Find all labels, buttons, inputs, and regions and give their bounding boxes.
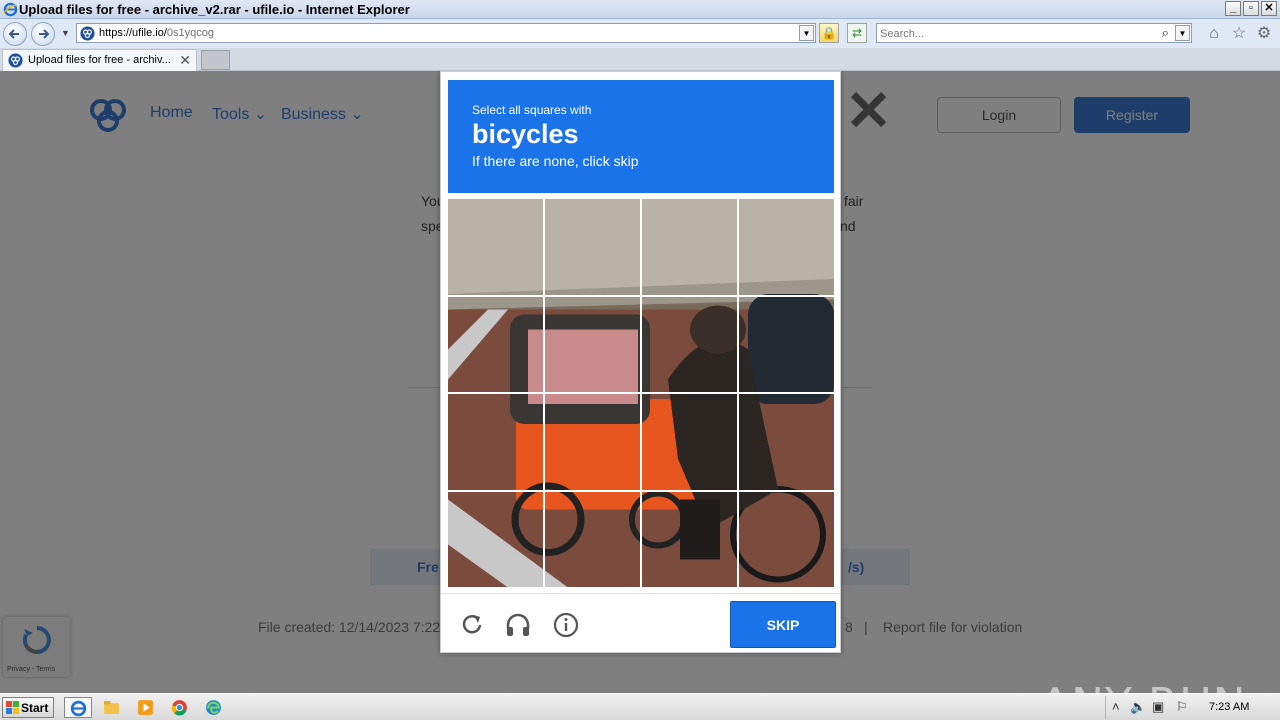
back-button[interactable]	[3, 22, 27, 46]
show-hidden-icons-icon[interactable]: ˄	[1112, 699, 1120, 714]
captcha-tile-image	[739, 394, 834, 490]
captcha-tile-image	[739, 199, 834, 295]
search-dropdown-icon[interactable]: ▼	[1175, 25, 1190, 41]
tab-bar: Upload files for free - archiv... ✕	[0, 48, 1280, 71]
taskbar-internet-explorer[interactable]	[64, 697, 92, 718]
recent-pages-dropdown-icon[interactable]: ▼	[61, 28, 70, 38]
edge-icon	[206, 700, 221, 715]
captcha-tile-image	[545, 394, 640, 490]
maximize-button[interactable]: ▫	[1243, 1, 1259, 16]
internet-explorer-icon	[3, 2, 18, 17]
captcha-tile-image	[642, 394, 737, 490]
url-host: https://ufile.io/	[99, 27, 167, 39]
captcha-challenge: Select all squares with bicycles If ther…	[440, 71, 841, 653]
headphones-audio-icon[interactable]	[503, 610, 533, 640]
captcha-tile[interactable]	[739, 199, 834, 295]
captcha-tile[interactable]	[448, 296, 543, 392]
ufile-favicon-icon	[80, 26, 95, 41]
captcha-tile-image	[739, 491, 834, 587]
captcha-tile-image	[739, 296, 834, 392]
volume-icon[interactable]: 🔈	[1130, 699, 1146, 715]
taskbar-file-explorer[interactable]	[98, 697, 126, 718]
captcha-header: Select all squares with bicycles If ther…	[448, 80, 834, 193]
minimize-button[interactable]: _	[1225, 1, 1241, 16]
close-window-button[interactable]: ✕	[1261, 1, 1277, 16]
info-icon[interactable]	[551, 610, 581, 640]
window-title: Upload files for free - archive_v2.rar -…	[19, 2, 410, 17]
system-tray: ˄ 🔈 ▣ ⚐ 7:23 AM	[1105, 696, 1278, 719]
page-viewport: Home Tools ⌄ Business ⌄ Login Register ✕…	[0, 71, 1280, 693]
favorites-star-icon[interactable]: ☆	[1230, 25, 1248, 43]
gear-icon[interactable]: ⚙	[1255, 25, 1273, 43]
captcha-tile-image	[642, 296, 737, 392]
internet-explorer-icon	[70, 700, 87, 717]
captcha-tile[interactable]	[545, 491, 640, 587]
captcha-tile-image	[545, 296, 640, 392]
captcha-tile-image	[545, 491, 640, 587]
tab-ufile[interactable]: Upload files for free - archiv... ✕	[2, 49, 197, 71]
captcha-tile-image	[448, 491, 543, 587]
captcha-tile[interactable]	[642, 296, 737, 392]
windows-logo-icon	[6, 701, 19, 714]
home-icon[interactable]: ⌂	[1205, 25, 1223, 43]
lock-icon[interactable]: 🔒	[819, 23, 839, 43]
address-bar[interactable]: https://ufile.io/0s1yqcog ▼	[76, 23, 816, 43]
clock[interactable]: 7:23 AM	[1209, 701, 1249, 713]
captcha-tile-image	[545, 199, 640, 295]
captcha-tile[interactable]	[642, 199, 737, 295]
tab-close-icon[interactable]: ✕	[179, 52, 191, 69]
captcha-tile[interactable]	[739, 491, 834, 587]
captcha-tile-image	[448, 199, 543, 295]
folder-icon	[104, 701, 119, 714]
taskbar-chrome[interactable]	[166, 697, 194, 718]
captcha-tile[interactable]	[739, 394, 834, 490]
refresh-icon[interactable]: ⇄	[847, 23, 867, 43]
skip-button[interactable]: SKIP	[730, 601, 836, 648]
forward-arrow-icon	[39, 29, 50, 39]
taskbar-media-player[interactable]	[132, 697, 160, 718]
captcha-tile[interactable]	[448, 491, 543, 587]
captcha-tile-grid	[448, 199, 834, 587]
captcha-target: bicycles	[472, 119, 579, 149]
captcha-tile[interactable]	[545, 296, 640, 392]
search-input[interactable]	[880, 26, 1150, 41]
captcha-instruction: Select all squares with	[472, 103, 592, 117]
ufile-favicon-icon	[8, 53, 23, 68]
chrome-icon	[171, 700, 187, 716]
window-titlebar: Upload files for free - archive_v2.rar -…	[0, 0, 1280, 19]
taskbar-edge[interactable]	[200, 697, 228, 718]
captcha-tile-image	[448, 296, 543, 392]
captcha-tile-image	[448, 394, 543, 490]
search-box[interactable]: ⌕ ▼	[876, 23, 1192, 43]
captcha-tile[interactable]	[545, 199, 640, 295]
back-arrow-icon	[8, 29, 19, 39]
captcha-footer: SKIP	[441, 593, 840, 653]
captcha-tile[interactable]	[545, 394, 640, 490]
start-label: Start	[21, 701, 49, 715]
media-player-icon	[138, 700, 153, 715]
captcha-hint: If there are none, click skip	[472, 153, 639, 169]
url-path: 0s1yqcog	[166, 27, 214, 39]
captcha-tile-image	[642, 491, 737, 587]
tab-label: Upload files for free - archiv...	[28, 54, 171, 66]
captcha-tile[interactable]	[739, 296, 834, 392]
forward-button[interactable]	[31, 22, 55, 46]
address-dropdown-icon[interactable]: ▼	[799, 25, 814, 41]
search-icon[interactable]: ⌕	[1162, 25, 1169, 41]
windows-taskbar: Start ˄ 🔈 ▣ ⚐ 7:23 AM	[0, 693, 1280, 720]
url-text: https://ufile.io/0s1yqcog	[99, 27, 214, 39]
captcha-tile-image	[642, 199, 737, 295]
captcha-tile[interactable]	[448, 394, 543, 490]
network-icon[interactable]: ▣	[1152, 699, 1164, 715]
captcha-tile[interactable]	[642, 491, 737, 587]
action-center-flag-icon[interactable]: ⚐	[1176, 699, 1188, 715]
address-toolbar: ▼ https://ufile.io/0s1yqcog ▼ 🔒 ⇄ ⌕ ▼ ⌂ …	[0, 19, 1280, 48]
reload-icon[interactable]	[457, 610, 487, 640]
start-button[interactable]: Start	[2, 697, 54, 718]
captcha-tile[interactable]	[448, 199, 543, 295]
new-tab-button[interactable]	[201, 50, 230, 70]
anyrun-watermark: ANY RUN	[1040, 679, 1247, 693]
captcha-tile[interactable]	[642, 394, 737, 490]
